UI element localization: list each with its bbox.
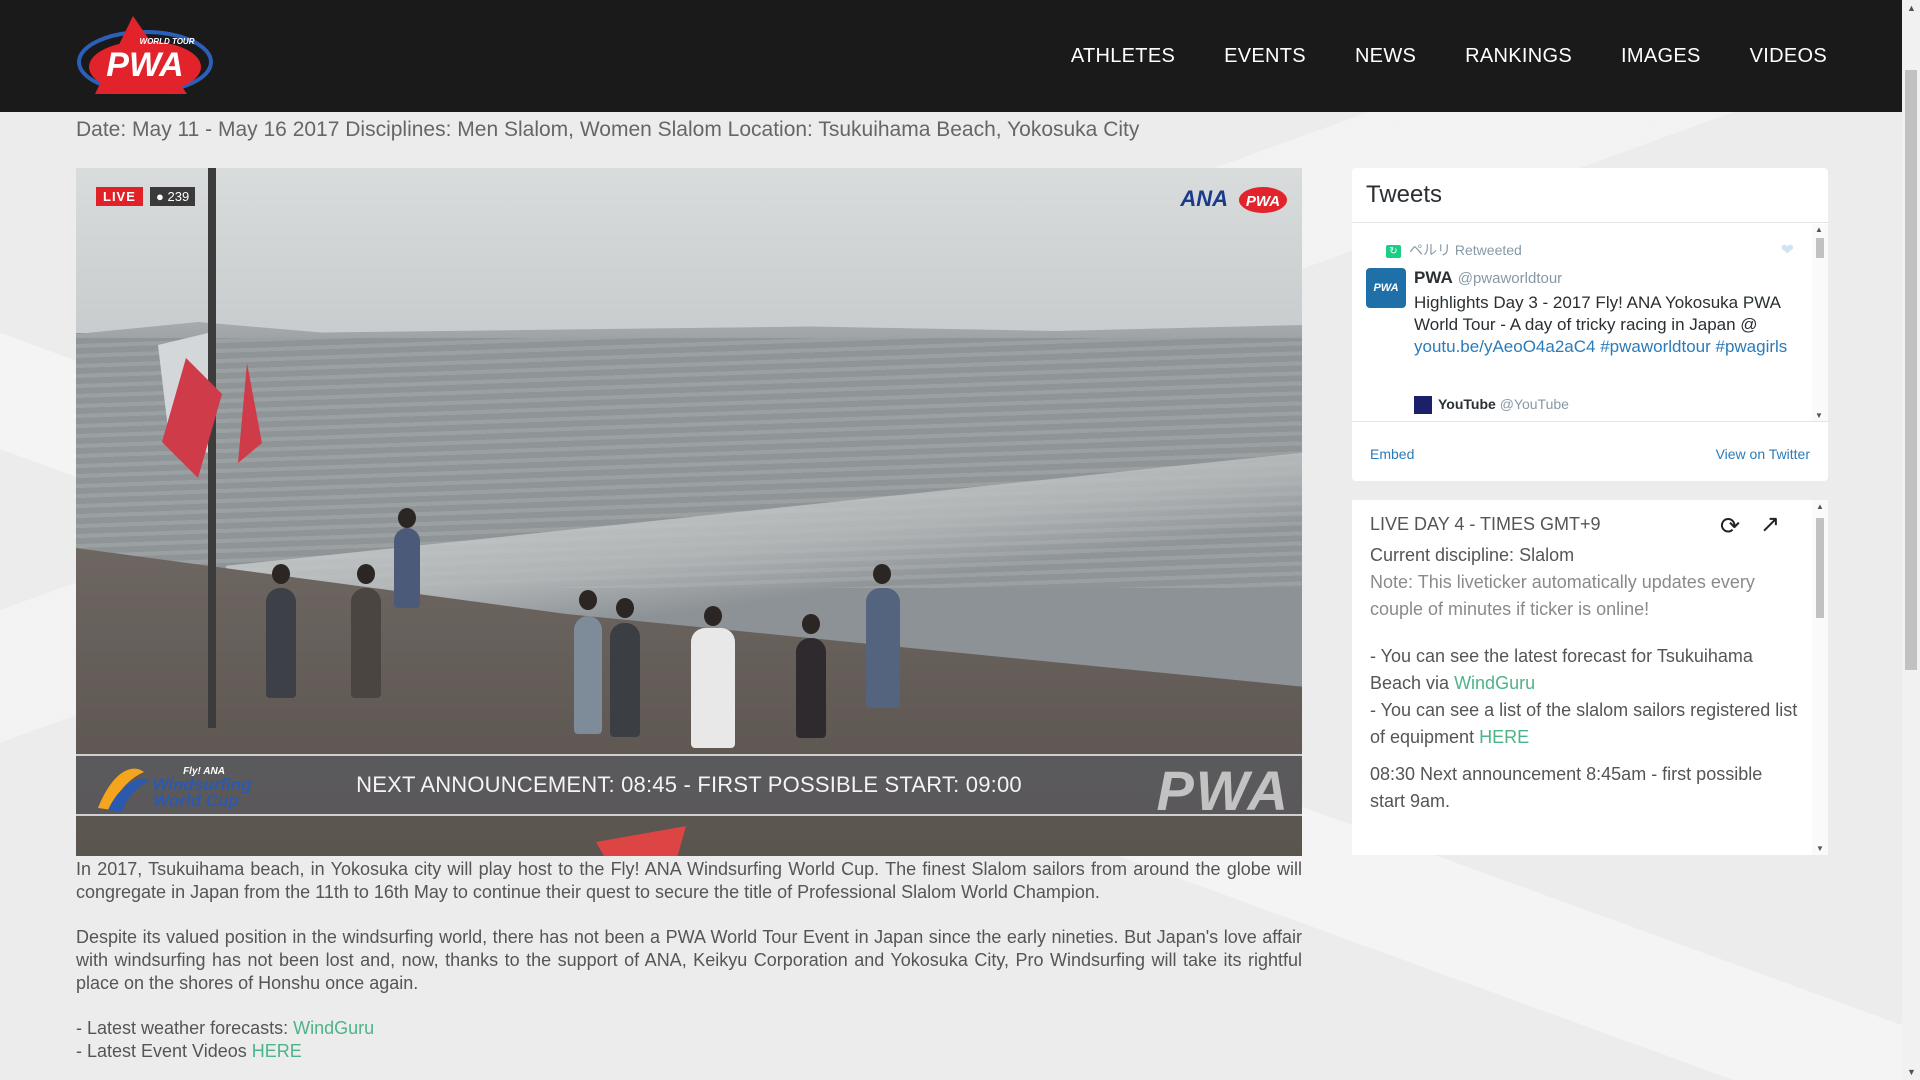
article-paragraph-2: Despite its valued position in the winds… xyxy=(76,927,1302,993)
scroll-up-icon[interactable]: ▲ xyxy=(1815,225,1823,234)
pwa-watermark: PWA xyxy=(1156,759,1290,822)
spectator xyxy=(574,616,602,734)
tweet-author[interactable]: PWA @pwaworldtour xyxy=(1414,268,1562,288)
pwa-small-logo: PWA xyxy=(1239,187,1287,213)
scroll-down-icon[interactable]: ▼ xyxy=(1907,1067,1916,1077)
hashtag-pwaworldtour[interactable]: #pwaworldtour xyxy=(1600,337,1711,356)
viewer-count: ● 239 xyxy=(150,187,196,206)
view-on-twitter-link[interactable]: View on Twitter xyxy=(1716,446,1810,462)
ticker-windguru-link[interactable]: WindGuru xyxy=(1454,673,1535,693)
spectator-head xyxy=(272,564,290,584)
sailors-line: - You can see a list of the slalom sailo… xyxy=(1370,700,1798,747)
nav-athletes[interactable]: ATHLETES xyxy=(1071,45,1175,68)
spectator-head xyxy=(357,564,375,584)
spectator xyxy=(866,588,900,708)
tweet-text: Highlights Day 3 - 2017 Fly! ANA Yokosuk… xyxy=(1414,293,1788,356)
twitter-timeline-widget: Tweets ↻ ペルリ Retweeted ❤ PWA PWA @pwaworld… xyxy=(1352,168,1828,481)
scroll-down-icon[interactable]: ▼ xyxy=(1815,411,1823,420)
live-badge: LIVE xyxy=(96,187,143,206)
site-header: PWA WORLD TOUR ATHLETES EVENTS NEWS RANK… xyxy=(0,0,1902,112)
spectator xyxy=(796,638,826,738)
pwa-logo[interactable]: PWA WORLD TOUR xyxy=(75,12,215,102)
announcement-text: NEXT ANNOUNCEMENT: 08:45 - FIRST POSSIBL… xyxy=(356,772,1022,797)
ticker-body: Current discipline: Slalom Note: This li… xyxy=(1370,542,1800,815)
spectator-head xyxy=(398,508,416,528)
twitter-bird-icon[interactable]: ❤ xyxy=(1781,240,1794,260)
tweet-handle[interactable]: @pwaworldtour xyxy=(1458,270,1562,287)
external-link-icon[interactable]: ↗ xyxy=(1760,510,1780,539)
flag-pole xyxy=(208,168,216,728)
ticker-title: LIVE DAY 4 - TIMES GMT+9 xyxy=(1370,514,1601,534)
ticker-note: Note: This liveticker automatically upda… xyxy=(1370,572,1755,619)
avatar[interactable]: PWA xyxy=(1366,268,1406,308)
ticker-entry: 08:30 Next announcement 8:45am - first p… xyxy=(1370,764,1763,811)
event-article: In 2017, Tsukuihama beach, in Yokosuka c… xyxy=(76,858,1302,1063)
svg-text:PWA: PWA xyxy=(106,46,183,84)
spectator xyxy=(691,628,735,748)
spectator-head xyxy=(579,590,597,610)
spectator-head xyxy=(704,606,722,626)
main-nav: ATHLETES EVENTS NEWS RANKINGS IMAGES VID… xyxy=(1022,0,1827,112)
retweet-icon: ↻ xyxy=(1386,244,1401,258)
spectator xyxy=(394,528,420,608)
live-ticker: LIVE DAY 4 - TIMES GMT+9 ⟳ ↗ Current dis… xyxy=(1352,500,1828,855)
spectator-head xyxy=(873,564,891,584)
tweet-link[interactable]: youtu.be/yAeoO4a2aC4 xyxy=(1414,337,1595,356)
current-discipline: Current discipline: Slalom xyxy=(1370,545,1575,565)
spectator xyxy=(266,588,296,698)
hashtag-pwagirls[interactable]: #pwagirls xyxy=(1716,337,1788,356)
article-paragraph-1: In 2017, Tsukuihama beach, in Yokosuka c… xyxy=(76,859,1302,902)
spectator xyxy=(351,588,381,698)
nav-images[interactable]: IMAGES xyxy=(1621,45,1701,68)
ana-sponsor-logo: ANA xyxy=(1180,186,1228,211)
nav-rankings[interactable]: RANKINGS xyxy=(1465,45,1572,68)
scrollbar-thumb[interactable] xyxy=(1905,70,1917,670)
ticker-scrollbar[interactable]: ▲ ▼ xyxy=(1812,500,1828,855)
tweets-scrollbar[interactable]: ▲ ▼ xyxy=(1812,224,1828,421)
scroll-down-icon[interactable]: ▼ xyxy=(1816,844,1824,853)
ticker-equipment-link[interactable]: HERE xyxy=(1479,727,1529,747)
spectator-head xyxy=(616,598,634,618)
event-info: Date: May 11 - May 16 2017 Disciplines: … xyxy=(76,118,1140,141)
tweets-title: Tweets xyxy=(1352,168,1828,223)
scroll-up-icon[interactable]: ▲ xyxy=(1816,502,1824,511)
video-sky xyxy=(76,168,1302,333)
videos-line: - Latest Event Videos HERE xyxy=(76,1040,1302,1063)
svg-text:PWA: PWA xyxy=(1246,193,1280,210)
tweet-item[interactable]: ↻ ペルリ Retweeted ❤ PWA PWA @pwaworldtour Hi… xyxy=(1352,224,1812,421)
scroll-up-icon[interactable]: ▲ xyxy=(1907,3,1916,13)
weather-label: - Latest weather forecasts: xyxy=(76,1018,294,1038)
scrollbar-thumb[interactable] xyxy=(1816,238,1824,258)
youtube-icon xyxy=(1414,396,1432,415)
nav-news[interactable]: NEWS xyxy=(1355,45,1416,68)
windguru-link[interactable]: WindGuru xyxy=(293,1018,374,1038)
ticker-spacer xyxy=(1370,751,1800,761)
page-scrollbar[interactable]: ▲ ▼ xyxy=(1902,0,1920,1080)
scrollbar-thumb[interactable] xyxy=(1816,518,1824,618)
spectator xyxy=(610,623,640,737)
embed-link[interactable]: Embed xyxy=(1370,446,1414,462)
nav-videos[interactable]: VIDEOS xyxy=(1750,45,1827,68)
spectator-head xyxy=(802,614,820,634)
viewer-count-value: 239 xyxy=(167,189,190,204)
tweets-footer: Embed View on Twitter xyxy=(1352,421,1828,482)
ticker-content: LIVE DAY 4 - TIMES GMT+9 ⟳ ↗ Current dis… xyxy=(1352,500,1812,855)
retweet-label: ↻ ペルリ Retweeted xyxy=(1386,240,1522,260)
svg-text:WORLD TOUR: WORLD TOUR xyxy=(140,37,195,46)
live-video-player[interactable]: LIVE ● 239 ANA PWA Fly! ANA Windsurfing … xyxy=(76,168,1302,856)
quoted-youtube[interactable]: YouTube @YouTube xyxy=(1414,396,1569,415)
event-videos-link[interactable]: HERE xyxy=(252,1041,302,1061)
user-icon: ● xyxy=(156,189,164,204)
refresh-icon[interactable]: ⟳ xyxy=(1720,512,1740,541)
weather-line: - Latest weather forecasts: WindGuru xyxy=(76,1017,1302,1040)
nav-events[interactable]: EVENTS xyxy=(1224,45,1306,68)
ticker-spacer xyxy=(1370,623,1800,643)
videos-label: - Latest Event Videos xyxy=(76,1041,252,1061)
forecast-line: - You can see the latest forecast for Ts… xyxy=(1370,646,1753,693)
